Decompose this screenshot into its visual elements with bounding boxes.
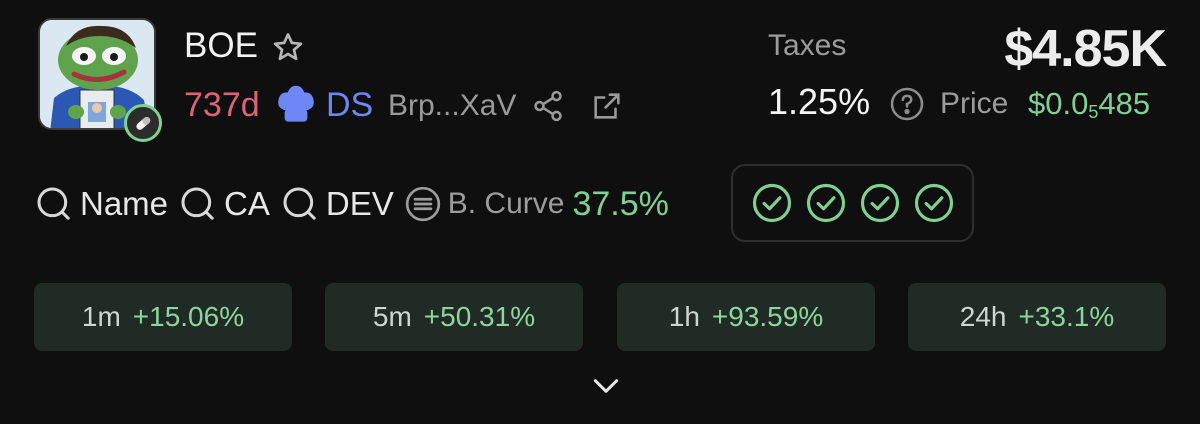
change-pill-1m[interactable]: 1m +15.06% [34,283,292,351]
check-circle-icon [914,183,953,223]
help-icon[interactable] [889,86,925,127]
search-name-chip[interactable]: Name [34,184,168,224]
share-icon[interactable] [531,89,565,128]
taxes-value: 1.25% [768,81,871,122]
search-icon [37,187,70,220]
search-name-label: Name [80,185,169,222]
search-icon [181,187,214,220]
search-dev-chip[interactable]: DEV [280,184,394,224]
search-ca-label: CA [224,185,270,222]
pill-badge [124,104,162,142]
contract-address[interactable]: Brp...XaV [388,86,516,126]
change-value: +33.1% [1018,301,1115,332]
bonding-curve-value: 37.5% [572,184,669,223]
filter-row: Name CA DEV B. Curve 37.5% [34,180,669,228]
timeframe-label: 5m [372,301,412,332]
external-link-icon[interactable] [590,89,624,128]
change-value: +15.06% [132,301,245,332]
pill-icon [136,116,151,130]
change-value: +50.31% [423,301,536,332]
search-ca-chip[interactable]: CA [178,184,270,224]
chevron-down-icon [593,379,619,393]
timeframe-label: 1h [668,301,700,332]
check-circle-icon [752,183,791,223]
token-name: BOE [184,26,258,65]
bonding-curve-label: B. Curve [447,187,565,220]
timeframe-label: 1m [81,301,121,332]
check-circle-icon [860,183,899,223]
taxes-label: Taxes [768,29,847,62]
dex-label[interactable]: DS [326,84,373,126]
price-label: Price [940,87,1009,120]
checks-box[interactable] [731,164,974,242]
search-dev-label: DEV [325,185,394,222]
check-circle-icon [806,183,845,223]
search-icon [283,187,316,220]
expand-button[interactable] [590,372,622,405]
market-cap: $4.85K [1004,20,1167,78]
price-value: $0.05485 [1028,86,1151,122]
change-value: +93.59% [711,301,824,332]
change-pill-24h[interactable]: 24h +33.1% [908,283,1166,351]
change-pill-5m[interactable]: 5m +50.31% [325,283,583,351]
curve-icon [405,186,440,222]
chef-hat-icon [274,84,318,131]
star-icon[interactable] [270,30,306,71]
change-pill-1h[interactable]: 1h +93.59% [617,283,875,351]
token-age: 737d [184,86,260,124]
timeframe-label: 24h [959,301,1007,332]
